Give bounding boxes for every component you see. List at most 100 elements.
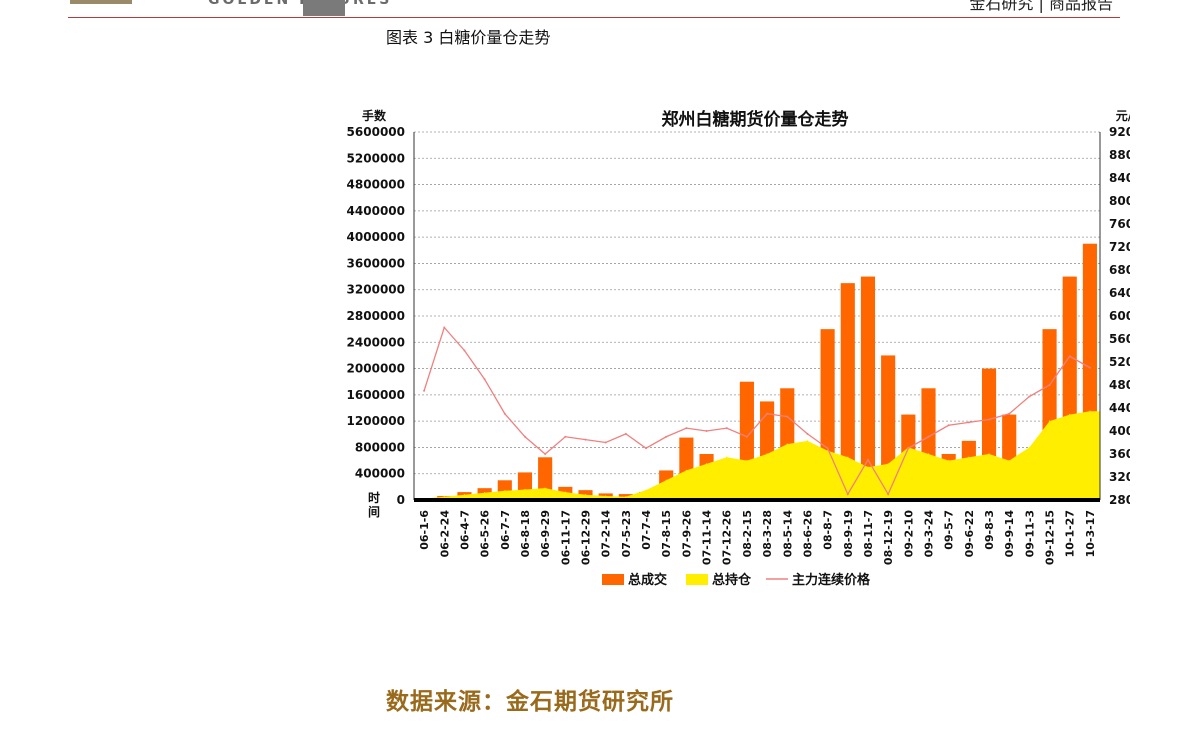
price-point-18 xyxy=(786,415,789,418)
left-tick-labels: 5600000520000048000004400000400000036000… xyxy=(347,125,405,507)
x-tick-19: 08-6-26 xyxy=(801,510,814,558)
x-tick-23: 08-12-19 xyxy=(882,510,895,565)
price-point-31 xyxy=(1048,384,1051,386)
x-tick-6: 06-9-29 xyxy=(539,510,552,557)
price-point-33 xyxy=(1088,366,1091,369)
price-point-9 xyxy=(604,441,607,444)
open-interest-point-27 xyxy=(968,456,970,458)
chart-title: 郑州白糖期货价量仓走势 xyxy=(662,109,849,130)
price-point-3 xyxy=(483,378,486,381)
price-point-26 xyxy=(947,424,950,427)
open-interest-point-28 xyxy=(988,453,990,455)
open-interest-point-6 xyxy=(544,487,546,489)
left-tick-8: 2400000 xyxy=(347,335,405,349)
left-tick-10: 1600000 xyxy=(347,388,405,402)
x-axis-label: 时间 xyxy=(368,490,380,519)
right-tick-16: 2800 xyxy=(1109,493,1130,507)
right-tick-0: 9200 xyxy=(1109,125,1130,139)
right-tick-8: 6000 xyxy=(1109,309,1130,323)
x-tick-12: 07-8-15 xyxy=(660,510,673,557)
right-tick-5: 7200 xyxy=(1109,240,1130,254)
source-note: 数据来源：金石期货研究所 xyxy=(386,688,674,715)
x-tick-26: 09-5-7 xyxy=(943,510,956,550)
x-tick-21: 08-9-19 xyxy=(842,510,855,557)
price-point-16 xyxy=(745,435,748,438)
x-tick-27: 09-6-22 xyxy=(963,510,976,557)
left-tick-12: 800000 xyxy=(355,440,405,454)
left-tick-1: 5200000 xyxy=(347,151,405,165)
x-tick-30: 09-11-3 xyxy=(1023,510,1036,557)
open-interest-point-30 xyxy=(1028,446,1030,449)
open-interest-point-19 xyxy=(806,440,809,442)
price-point-21 xyxy=(846,493,849,496)
header-logo: GOLDEN FUTURES xyxy=(70,0,389,14)
right-tick-7: 6400 xyxy=(1109,286,1130,300)
grid-lines xyxy=(414,131,1100,501)
left-tick-5: 3600000 xyxy=(347,256,405,270)
chart-svg: 郑州白糖期货价量仓走势 手数 元/吨 5600000 5200000 4800000… xyxy=(347,108,1145,588)
x-tick-labels: 06-1-6 06-2-24 06-4-7 06-5-26 06-7-7 06-8-18 0… xyxy=(418,510,1097,565)
price-point-17 xyxy=(766,412,769,415)
open-interest-point-29 xyxy=(1008,459,1010,462)
price-point-32 xyxy=(1068,355,1071,358)
right-tick-4: 7600 xyxy=(1109,217,1130,231)
open-interest-point-4 xyxy=(504,490,506,492)
logo-square-icon xyxy=(303,0,345,16)
open-interest-point-10 xyxy=(625,496,627,498)
price-point-12 xyxy=(665,435,668,438)
open-interest-point-8 xyxy=(584,494,587,496)
open-interest-point-9 xyxy=(605,495,607,497)
open-interest-point-17 xyxy=(766,453,768,455)
price-point-14 xyxy=(705,430,708,432)
x-tick-33: 10-3-17 xyxy=(1084,510,1097,557)
chart: 郑州白糖期货价量仓走势 手数 元/吨 5600000 5200000 4800000… xyxy=(330,100,1145,600)
legend-swatch-1 xyxy=(686,574,708,585)
legend-label-2: 主力连续价格 xyxy=(792,572,871,588)
header-divider xyxy=(68,17,1120,18)
logo-bar xyxy=(70,0,132,4)
open-interest-point-21 xyxy=(847,456,849,458)
open-interest-point-15 xyxy=(726,456,728,458)
open-interest-point-14 xyxy=(705,463,708,465)
left-tick-2: 4800000 xyxy=(347,178,405,192)
left-tick-0: 5600000 xyxy=(347,125,405,139)
open-interest-point-5 xyxy=(524,488,526,491)
x-tick-25: 09-3-24 xyxy=(923,510,936,558)
x-tick-0: 06-1-6 xyxy=(418,510,431,550)
price-point-0 xyxy=(423,389,426,392)
price-point-1 xyxy=(443,326,446,329)
legend-swatch-0 xyxy=(602,574,624,585)
price-point-24 xyxy=(907,447,910,450)
x-tick-7: 06-11-17 xyxy=(559,510,572,565)
open-interest-point-32 xyxy=(1069,413,1071,416)
x-tick-9: 07-2-14 xyxy=(600,510,613,558)
right-tick-11: 4800 xyxy=(1109,378,1130,392)
open-interest-point-31 xyxy=(1048,420,1051,422)
open-interest-point-7 xyxy=(564,491,566,493)
x-tick-15: 07-12-26 xyxy=(721,510,734,565)
price-point-20 xyxy=(826,447,829,450)
open-interest-point-2 xyxy=(463,494,466,496)
left-tick-4: 4000000 xyxy=(347,230,405,244)
x-tick-11: 07-7-4 xyxy=(640,510,653,550)
x-tick-18: 08-5-14 xyxy=(781,510,794,558)
left-tick-6: 3200000 xyxy=(347,283,405,297)
header-report-title: 金石研究 | 商品报告 xyxy=(969,0,1113,13)
x-tick-5: 06-8-18 xyxy=(519,510,532,557)
price-point-15 xyxy=(725,427,728,430)
left-tick-11: 1200000 xyxy=(347,414,405,428)
right-tick-13: 4000 xyxy=(1109,424,1130,438)
open-interest-point-26 xyxy=(948,459,950,462)
price-point-5 xyxy=(523,435,526,438)
price-point-6 xyxy=(544,453,547,455)
right-tick-1: 8800 xyxy=(1109,148,1130,162)
logo-text: GOLDEN FUTURES xyxy=(208,0,393,8)
x-tick-1: 06-2-24 xyxy=(438,510,451,558)
open-interest-point-18 xyxy=(786,443,788,445)
x-tick-14: 07-11-14 xyxy=(701,510,714,565)
left-tick-13: 400000 xyxy=(355,467,405,481)
price-point-11 xyxy=(645,447,648,450)
price-point-25 xyxy=(927,435,930,438)
right-tick-2: 8400 xyxy=(1109,171,1130,185)
open-interest-point-23 xyxy=(887,463,889,465)
